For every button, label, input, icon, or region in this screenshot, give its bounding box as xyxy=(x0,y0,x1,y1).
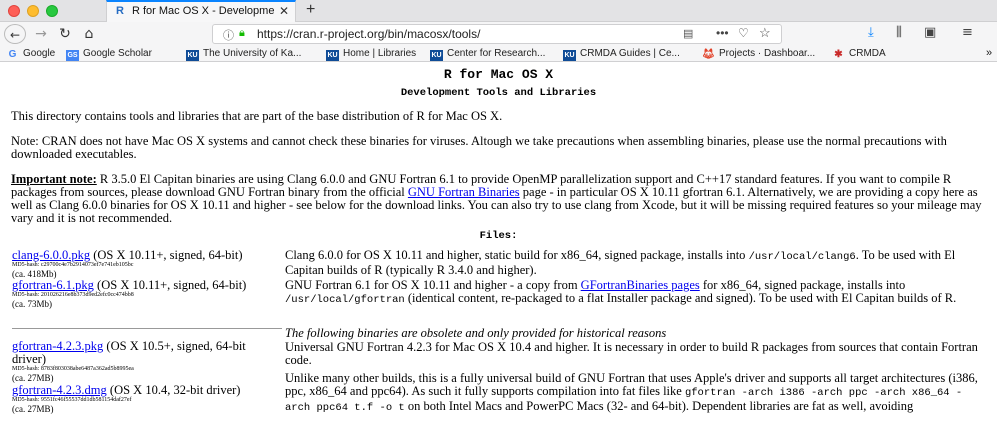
crmda-icon: ✱ xyxy=(834,49,843,60)
file-entry-gfortran-4-2-3-pkg: gfortran-4.2.3.pkg (OS X 10.5+, signed, … xyxy=(12,339,277,384)
home-button[interactable]: ⌂ xyxy=(80,24,98,44)
bookmark-university[interactable]: KU The University of Ka... xyxy=(186,48,301,61)
bookmark-google-scholar[interactable]: GS Google Scholar xyxy=(66,48,152,61)
gitlab-fox-icon: 🦊︎ xyxy=(702,49,715,60)
important-note-label: Important note: xyxy=(11,172,97,186)
lock-icon[interactable]: 🔒︎ xyxy=(239,27,245,40)
install-path: /usr/local/clang6 xyxy=(748,251,856,263)
file-description-clang: Clang 6.0.0 for OS X 10.11 and higher, s… xyxy=(285,249,985,277)
obsolete-note: The following binaries are obsolete and … xyxy=(285,326,667,340)
gfortran-4-2-3-pkg-link[interactable]: gfortran-4.2.3.pkg xyxy=(12,339,103,353)
reload-button[interactable]: ↻ xyxy=(56,24,74,44)
tab-strip: R R for Mac OS X - Development ✕ + xyxy=(0,0,997,22)
hamburger-menu-icon[interactable]: ≡ xyxy=(962,25,973,40)
bookmarks-overflow-button[interactable]: » xyxy=(986,47,992,59)
file-entry-clang: clang-6.0.0.pkg (OS X 10.11+, signed, 64… xyxy=(12,248,277,280)
reader-view-icon[interactable]: ▤ xyxy=(683,27,693,40)
address-bar[interactable]: ⓘ 🔒︎ https://cran.r-project.org/bin/maco… xyxy=(212,24,782,44)
clang-pkg-link[interactable]: clang-6.0.0.pkg xyxy=(12,248,90,262)
forward-button[interactable]: → xyxy=(32,24,50,44)
section-divider xyxy=(12,328,282,329)
google-icon: G xyxy=(8,49,17,60)
bookmark-label: The University of Ka... xyxy=(203,48,302,59)
description-text: on both Intel Macs and PowerPC Macs (32-… xyxy=(404,399,914,413)
pocket-icon[interactable]: ♡ xyxy=(738,26,749,40)
file-description-gfortran-4-2-3-pkg: Universal GNU Fortran 4.2.3 for Mac OS X… xyxy=(285,340,978,367)
md5-hash: MD5-hash: 8783f803038abe6487a362ad5b8995… xyxy=(12,366,134,372)
r-logo-icon: R xyxy=(116,5,124,17)
file-size: (ca. 27MB) xyxy=(12,404,54,414)
bookmark-google[interactable]: G Google xyxy=(6,48,56,60)
bookmarks-toolbar: G Google GS Google Scholar KU The Universit… xyxy=(0,46,997,62)
ku-icon: KU xyxy=(430,50,443,61)
ku-icon: KU xyxy=(186,50,199,61)
library-icon[interactable]: ⫼ xyxy=(896,25,902,40)
install-path: /usr/local/gfortran xyxy=(285,294,405,306)
window-maximize-button[interactable] xyxy=(46,5,58,17)
window-minimize-button[interactable] xyxy=(27,5,39,17)
ku-icon: KU xyxy=(563,50,576,61)
file-entry-gfortran-4-2-3-dmg: gfortran-4.2.3.dmg (OS X 10.4, 32-bit dr… xyxy=(12,383,277,415)
bookmark-label: Google Scholar xyxy=(83,48,152,59)
description-text: Clang 6.0.0 for OS X 10.11 and higher, s… xyxy=(285,248,749,262)
star-icon[interactable]: ☆ xyxy=(759,25,771,41)
close-icon[interactable]: ✕ xyxy=(279,4,289,18)
gfortranbinaries-pages-link[interactable]: GFortranBinaries pages xyxy=(581,278,700,292)
bookmark-label: Projects · Dashboar... xyxy=(719,48,816,59)
page-subtitle: Development Tools and Libraries xyxy=(400,87,597,99)
tab-title: R for Mac OS X - Development xyxy=(132,5,274,17)
bookmark-label: CRMDA Guides | Ce... xyxy=(580,48,680,59)
info-icon[interactable]: ⓘ xyxy=(223,27,234,43)
md5-hash: MD5-hash: 9551fc46f55537dd1db581154daf27… xyxy=(12,397,132,403)
note-paragraph: Note: CRAN does not have Mac OS X system… xyxy=(11,134,947,161)
file-info: (OS X 10.11+, signed, 64-bit) xyxy=(93,278,247,292)
md5-hash: MD5-hash: 201026216e8b373d9ed2efc0cc474b… xyxy=(12,292,134,298)
important-note-paragraph: Important note: R 3.5.0 El Capitan binar… xyxy=(11,173,991,225)
page-content: R for Mac OS X Development Tools and Lib… xyxy=(0,63,997,424)
google-scholar-icon: GS xyxy=(66,50,79,61)
bookmark-center-research[interactable]: KU Center for Research... xyxy=(430,48,545,61)
sidebar-icon[interactable]: ▣ xyxy=(924,25,936,40)
page-title: R for Mac OS X xyxy=(443,67,554,82)
gfortran-6-1-pkg-link[interactable]: gfortran-6.1.pkg xyxy=(12,278,94,292)
bookmark-crmda[interactable]: ✱ CRMDA xyxy=(832,48,886,60)
description-text: (identical content, re-packaged to a fla… xyxy=(404,291,957,305)
ku-icon: KU xyxy=(326,50,339,61)
navigation-toolbar: ← → ↻ ⌂ ⓘ 🔒︎ https://cran.r-project.org/… xyxy=(0,22,997,46)
gfortran-4-2-3-dmg-link[interactable]: gfortran-4.2.3.dmg xyxy=(12,383,107,397)
gnu-fortran-binaries-link[interactable]: GNU Fortran Binaries xyxy=(408,185,520,199)
url-text[interactable]: https://cran.r-project.org/bin/macosx/to… xyxy=(257,27,480,41)
bookmark-label: Google xyxy=(23,48,56,59)
tab-r-for-mac[interactable]: R R for Mac OS X - Development ✕ xyxy=(106,0,296,22)
md5-hash: MD5-hash: c29700c4e7b2914073ef7e741eb105… xyxy=(12,262,134,268)
file-size: (ca. 27MB) xyxy=(12,373,54,383)
back-button[interactable]: ← xyxy=(4,24,26,44)
more-dots-icon[interactable]: ••• xyxy=(716,26,729,40)
window-close-button[interactable] xyxy=(8,5,20,17)
file-description-gfortran-4-2-3-dmg: Unlike many other builds, this is a full… xyxy=(285,372,985,415)
intro-paragraph: This directory contains tools and librar… xyxy=(11,109,503,123)
file-size: (ca. 73Mb) xyxy=(12,299,52,309)
description-text: for x86_64, signed package, installs int… xyxy=(699,278,906,292)
bookmark-libraries[interactable]: KU Home | Libraries xyxy=(326,48,416,61)
bookmark-label: CRMDA xyxy=(849,48,886,59)
bookmark-crmda-guides[interactable]: KU CRMDA Guides | Ce... xyxy=(563,48,680,61)
bookmark-label: Home | Libraries xyxy=(343,48,417,59)
file-info: (OS X 10.4, 32-bit driver) xyxy=(106,383,241,397)
bookmark-projects-dashboard[interactable]: 🦊︎ Projects · Dashboar... xyxy=(702,48,815,60)
file-description-gfortran-6-1: GNU Fortran 6.1 for OS X 10.11 and highe… xyxy=(285,279,985,307)
file-entry-gfortran-6-1: gfortran-6.1.pkg (OS X 10.11+, signed, 6… xyxy=(12,278,277,310)
files-heading: Files: xyxy=(479,230,518,242)
download-icon[interactable]: ⤓ xyxy=(868,25,874,40)
file-info: (OS X 10.11+, signed, 64-bit) xyxy=(90,248,243,262)
new-tab-button[interactable]: + xyxy=(306,1,315,19)
description-text: GNU Fortran 6.1 for OS X 10.11 and highe… xyxy=(285,278,581,292)
bookmark-label: Center for Research... xyxy=(447,48,546,59)
